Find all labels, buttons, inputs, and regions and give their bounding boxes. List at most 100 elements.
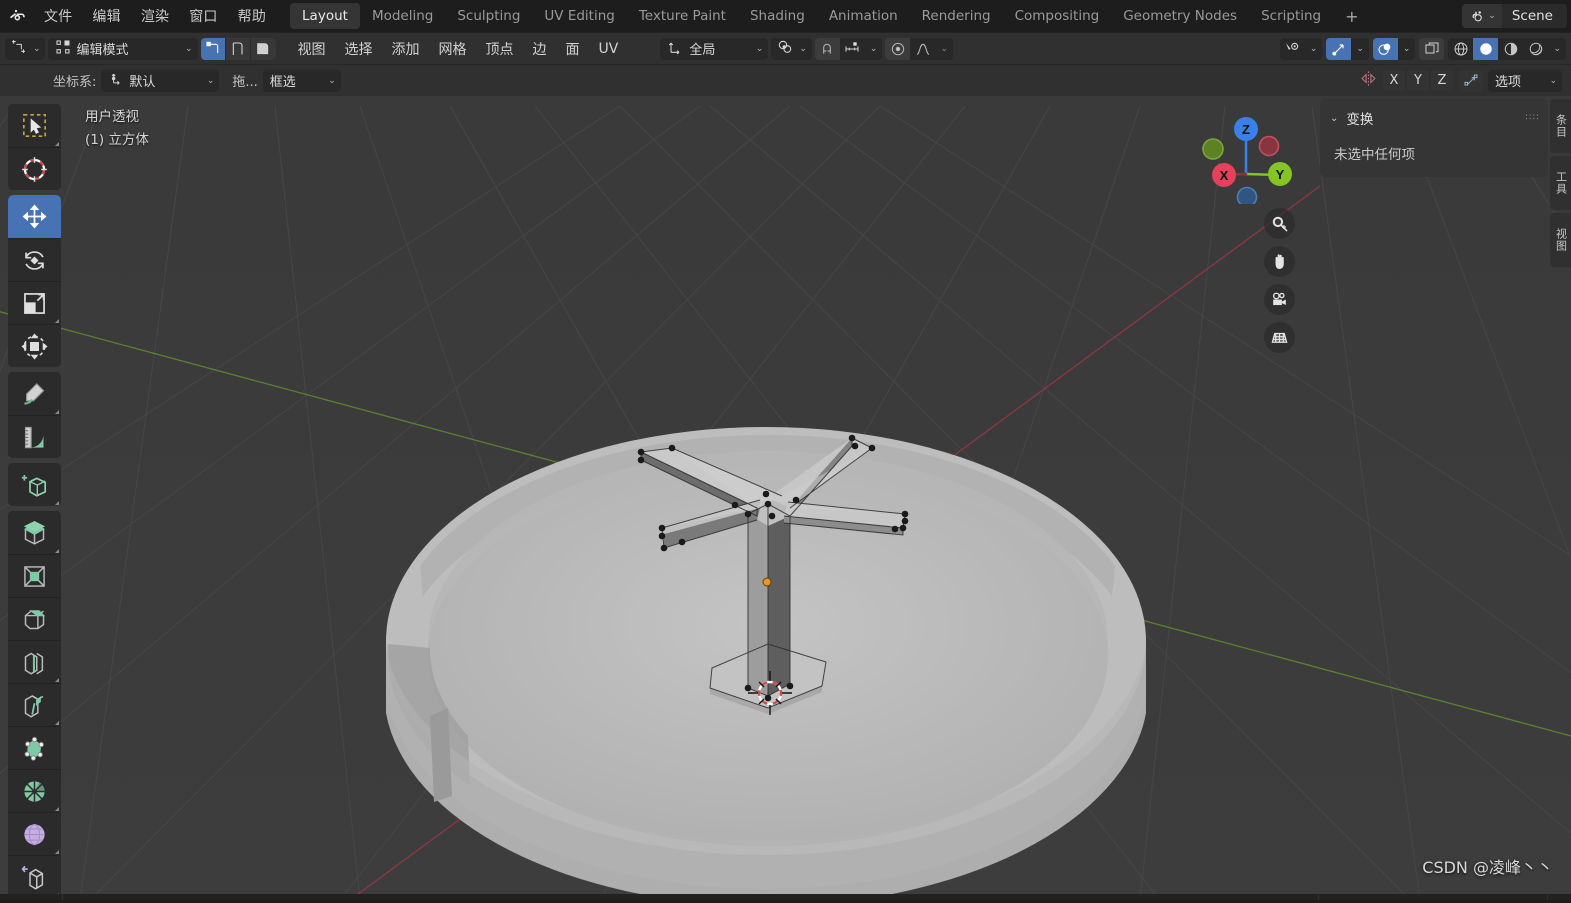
blender-logo-icon[interactable] [0, 0, 34, 32]
tool-rotate[interactable] [8, 238, 61, 281]
tool-annotate[interactable] [8, 372, 61, 415]
tool-measure[interactable] [8, 415, 61, 458]
watermark: CSDN @凌峰丶丶 [1422, 854, 1553, 878]
chevron-down-icon[interactable]: ⌄ [1398, 44, 1416, 54]
tool-cursor[interactable] [8, 147, 61, 190]
drag-action-selector[interactable]: 框选 ⌄ [263, 70, 341, 92]
snap-increment-icon[interactable] [840, 38, 865, 60]
camera-view-button[interactable] [1264, 284, 1295, 315]
workspace-tab-uv-editing[interactable]: UV Editing [532, 0, 626, 32]
workspace-tab-shading[interactable]: Shading [738, 0, 817, 32]
interaction-mode-selector[interactable]: 编辑模式 ⌄ [48, 38, 198, 60]
scene-selector[interactable]: ⌄ Scene [1462, 4, 1567, 28]
npanel-tab-item[interactable]: 条目 [1550, 99, 1571, 153]
face-select-mode[interactable] [251, 38, 276, 60]
menu-edge[interactable]: 边 [525, 39, 555, 59]
tool-spin[interactable] [8, 769, 61, 812]
viewport-grid [0, 96, 1571, 900]
edge-select-mode[interactable] [226, 38, 251, 60]
npanel-tab-view[interactable]: 视图 [1550, 213, 1571, 267]
menu-view[interactable]: 视图 [290, 39, 334, 59]
chevron-down-icon[interactable]: ⌄ [935, 44, 953, 54]
vertex-select-mode[interactable] [201, 38, 226, 60]
chevron-down-icon: ⌄ [1488, 11, 1496, 21]
mirror-axis-x[interactable]: X [1383, 70, 1405, 91]
chevron-down-icon: ⌄ [1549, 76, 1557, 86]
gizmo-icon[interactable] [1326, 38, 1351, 60]
workspace-tab-rendering[interactable]: Rendering [910, 0, 1003, 32]
tool-knife[interactable] [8, 683, 61, 726]
editor-type-selector[interactable]: ⌄ [5, 38, 45, 60]
shading-material-preview[interactable] [1498, 38, 1523, 60]
object-visibility-selector[interactable]: ⌄ [1280, 38, 1323, 60]
object-visibility-icon[interactable] [1280, 38, 1305, 60]
tool-add-cube[interactable] [8, 463, 61, 506]
scene-name-field[interactable]: Scene [1502, 4, 1567, 28]
falloff-smooth-icon[interactable] [910, 38, 935, 60]
uv-mirror-icon[interactable] [1458, 70, 1483, 92]
pivot-point-selector[interactable]: ⌄ [771, 38, 812, 60]
transform-preset-label: 默认 [129, 71, 200, 90]
magnet-icon[interactable] [815, 38, 840, 60]
tool-move[interactable] [8, 195, 61, 238]
shading-wireframe[interactable] [1448, 38, 1473, 60]
add-workspace-button[interactable]: + [1333, 0, 1370, 32]
scene-icon[interactable]: ⌄ [1462, 4, 1502, 28]
workspace-tab-modeling[interactable]: Modeling [360, 0, 445, 32]
tool-smooth[interactable] [8, 812, 61, 855]
drag-action-label: 框选 [270, 71, 322, 90]
chevron-down-icon[interactable]: ⌄ [1351, 44, 1369, 54]
tool-group-transform [8, 195, 61, 367]
xray-toggle-icon[interactable] [1419, 38, 1444, 60]
3d-viewport[interactable] [0, 96, 1571, 900]
drag-grip-icon[interactable]: ∷∷ [1526, 116, 1540, 121]
menu-file[interactable]: 文件 [34, 0, 82, 32]
workspace-tab-compositing[interactable]: Compositing [1003, 0, 1112, 32]
menu-vertex[interactable]: 顶点 [478, 39, 522, 59]
shading-solid[interactable] [1473, 38, 1498, 60]
workspace-tab-scripting[interactable]: Scripting [1249, 0, 1333, 32]
workspace-tab-geometry-nodes[interactable]: Geometry Nodes [1111, 0, 1249, 32]
svg-text:Y: Y [1276, 167, 1285, 182]
tool-loop-cut[interactable] [8, 640, 61, 683]
menu-window[interactable]: 窗口 [179, 0, 227, 32]
tool-tweak-select-box[interactable] [8, 104, 61, 147]
menu-uv[interactable]: UV [591, 41, 627, 57]
tool-inset-faces[interactable] [8, 554, 61, 597]
tool-extrude-region[interactable] [8, 511, 61, 554]
tool-edge-slide[interactable] [8, 855, 61, 898]
tool-poly-build[interactable] [8, 726, 61, 769]
transform-panel-header[interactable]: ⌄ 变换 ∷∷ [1320, 105, 1548, 131]
mirror-axis-z[interactable]: Z [1431, 70, 1453, 91]
tool-scale[interactable] [8, 281, 61, 324]
menu-render[interactable]: 渲染 [131, 0, 179, 32]
workspace-tab-sculpting[interactable]: Sculpting [445, 0, 532, 32]
chevron-down-icon[interactable]: ⌄ [1305, 44, 1323, 54]
pan-view-button[interactable] [1264, 246, 1295, 277]
tool-bevel[interactable] [8, 597, 61, 640]
menu-edit[interactable]: 编辑 [82, 0, 130, 32]
zoom-view-button[interactable] [1264, 208, 1295, 239]
npanel-tab-tool[interactable]: 工具 [1550, 156, 1571, 210]
transform-orientation-label: 全局 [689, 39, 749, 58]
chevron-down-icon[interactable]: ⌄ [865, 44, 883, 54]
tool-transform[interactable] [8, 324, 61, 367]
menu-face[interactable]: 面 [558, 39, 588, 59]
toggle-ortho-button[interactable] [1264, 322, 1295, 353]
workspace-tab-texture-paint[interactable]: Texture Paint [627, 0, 738, 32]
workspace-tab-animation[interactable]: Animation [817, 0, 910, 32]
mirror-axis-y[interactable]: Y [1407, 70, 1429, 91]
chevron-down-icon[interactable]: ⌄ [1548, 44, 1566, 54]
menu-mesh[interactable]: 网格 [431, 39, 475, 59]
navigation-gizmo[interactable]: Z Y X [1197, 104, 1297, 204]
transform-orientation-selector[interactable]: 全局 ⌄ [660, 38, 768, 60]
menu-select[interactable]: 选择 [337, 39, 381, 59]
shading-rendered[interactable] [1523, 38, 1548, 60]
options-selector[interactable]: 选项 ⌄ [1488, 70, 1562, 92]
transform-preset-selector[interactable]: 默认 ⌄ [101, 70, 219, 92]
menu-add[interactable]: 添加 [384, 39, 428, 59]
proportional-edit-icon[interactable] [885, 38, 910, 60]
menu-help[interactable]: 帮助 [228, 0, 276, 32]
workspace-tab-layout[interactable]: Layout [290, 3, 360, 29]
overlays-icon[interactable] [1373, 38, 1398, 60]
